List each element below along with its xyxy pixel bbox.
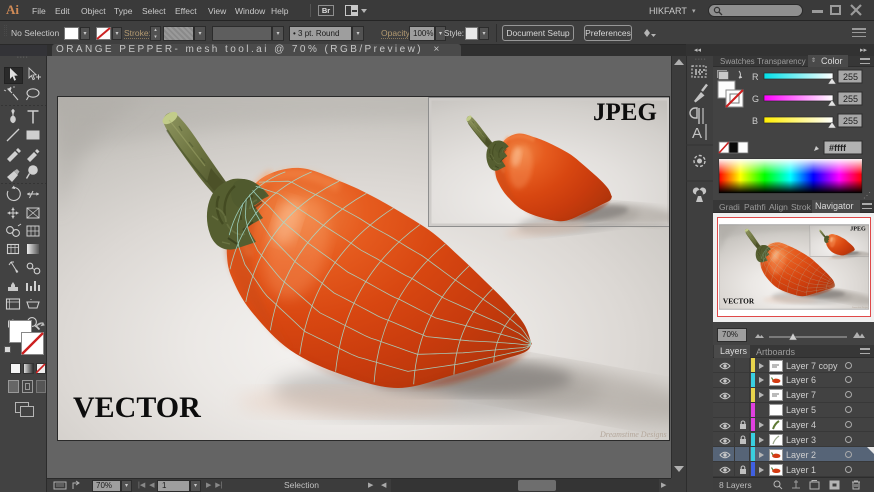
svg-text:255: 255 bbox=[843, 72, 858, 82]
svg-text:#ffff: #ffff bbox=[829, 143, 847, 153]
svg-text:A: A bbox=[692, 125, 702, 142]
svg-text:255: 255 bbox=[843, 116, 858, 126]
svg-text:G: G bbox=[752, 94, 759, 104]
svg-text:B: B bbox=[752, 116, 758, 126]
svg-text:Dreamstime Designs: Dreamstime Designs bbox=[599, 430, 667, 439]
svg-text:R: R bbox=[752, 72, 759, 82]
svg-text:255: 255 bbox=[843, 94, 858, 104]
svg-text:JPEG: JPEG bbox=[593, 99, 657, 126]
svg-text:VECTOR: VECTOR bbox=[73, 391, 201, 424]
svg-text:⋰: ⋰ bbox=[863, 191, 871, 200]
